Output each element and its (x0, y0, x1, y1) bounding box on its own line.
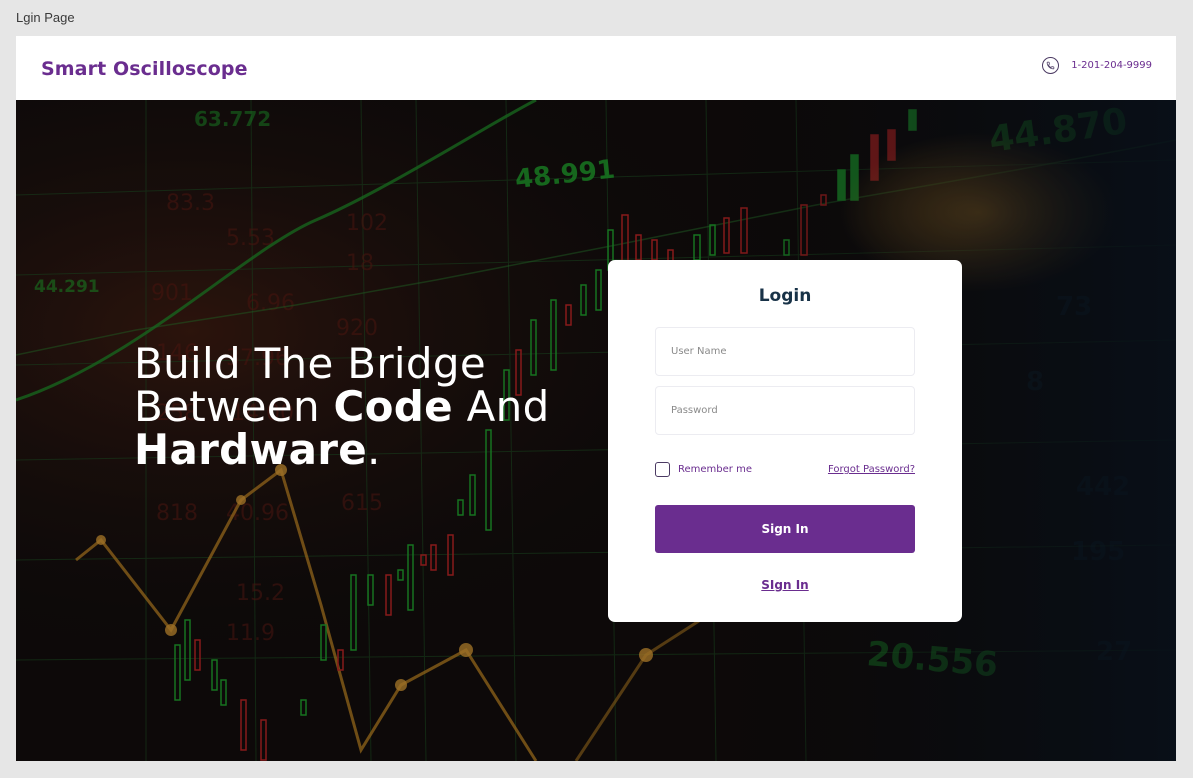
remember-me-label[interactable]: Remember me (678, 464, 752, 475)
headline-bold-code: Code (333, 382, 453, 431)
headline-line-1: Build The Bridge (134, 339, 486, 388)
hero-headline: Build The Bridge Between Code And Hardwa… (134, 342, 550, 471)
headline-bold-hardware: Hardware (134, 425, 368, 474)
headline-line-2: Between Code And (134, 385, 550, 428)
sign-in-link[interactable]: SIgn In (608, 578, 962, 592)
headline-text: Between (134, 382, 334, 431)
brand-logo[interactable]: Smart Oscilloscope (41, 58, 248, 80)
headline-line-3: Hardware. (134, 428, 550, 471)
username-input[interactable] (655, 327, 915, 376)
headline-text: And (452, 382, 550, 431)
password-input[interactable] (655, 386, 915, 435)
login-page: Smart Oscilloscope 1-201-204-9999 Build … (16, 36, 1176, 761)
top-navbar: Smart Oscilloscope 1-201-204-9999 (16, 36, 1176, 100)
headline-period: . (367, 425, 381, 474)
remember-me[interactable]: Remember me (655, 462, 752, 477)
login-card: Login Remember me Forgot Password? Sign … (608, 260, 962, 622)
remember-me-checkbox[interactable] (655, 462, 670, 477)
login-title: Login (758, 286, 812, 306)
frame-label: Lgin Page (16, 10, 75, 25)
phone-contact[interactable]: 1-201-204-9999 (1042, 57, 1152, 74)
phone-icon (1042, 57, 1060, 74)
sign-in-button[interactable]: Sign In (655, 505, 915, 553)
phone-number: 1-201-204-9999 (1071, 60, 1152, 71)
forgot-password-link[interactable]: Forgot Password? (828, 464, 915, 475)
hero-section: 83.35.53 9016.96 14637.96 25814.00 10218… (16, 100, 1176, 761)
